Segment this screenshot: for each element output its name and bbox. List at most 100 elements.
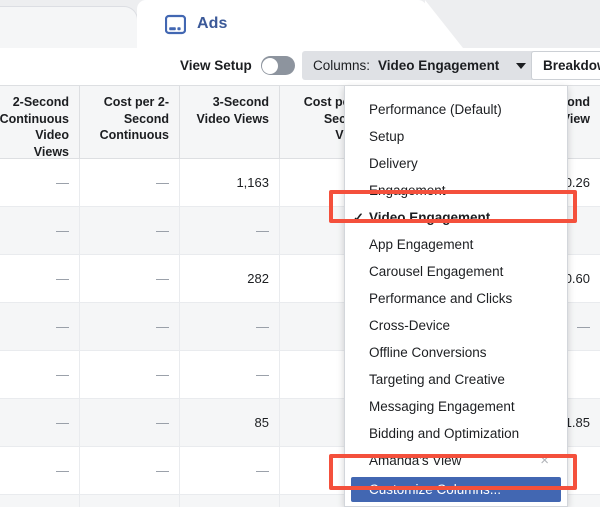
- menu-item-label: Bidding and Optimization: [369, 426, 520, 441]
- table-cell: —: [80, 303, 180, 350]
- column-header[interactable]: Cost per 2-Second Continuous: [80, 86, 180, 158]
- empty-value-dash: —: [256, 319, 269, 334]
- menu-item-label: App Engagement: [369, 237, 474, 252]
- empty-value-dash: —: [256, 223, 269, 238]
- menu-item-label: Setup: [369, 129, 405, 144]
- empty-value-dash: —: [156, 415, 169, 430]
- tab-ads-content: Ads: [164, 0, 228, 48]
- empty-value-dash: —: [56, 463, 69, 478]
- menu-item-performance-and-clicks[interactable]: Performance and Clicks: [345, 285, 567, 312]
- menu-item-label: Offline Conversions: [369, 345, 487, 360]
- menu-item-wrapper: Customize Columns...: [345, 474, 567, 505]
- table-cell: —: [80, 495, 180, 507]
- empty-value-dash: —: [56, 415, 69, 430]
- menu-item-delivery[interactable]: Delivery: [345, 150, 567, 177]
- tab-inactive-previous[interactable]: [0, 6, 153, 48]
- menu-item-label: Delivery: [369, 156, 418, 171]
- menu-item-label: Messaging Engagement: [369, 399, 515, 414]
- menu-item-label: Video Engagement: [369, 210, 491, 225]
- table-cell: —: [0, 447, 80, 494]
- columns-value-label: Video Engagement: [378, 58, 500, 73]
- table-cell: 282: [180, 255, 280, 302]
- toggle-knob: [262, 57, 279, 74]
- breakdown-button[interactable]: Breakdown: [531, 51, 600, 80]
- menu-item-targeting-and-creative[interactable]: Targeting and Creative: [345, 366, 567, 393]
- table-cell: —: [180, 447, 280, 494]
- menu-item-customize-columns[interactable]: Customize Columns...: [351, 477, 561, 502]
- menu-item-carousel-engagement[interactable]: Carousel Engagement: [345, 258, 567, 285]
- breakdown-label: Breakdown: [543, 58, 600, 73]
- menu-item-engagement[interactable]: Engagement: [345, 177, 567, 204]
- menu-item-label: Targeting and Creative: [369, 372, 505, 387]
- empty-value-dash: —: [256, 463, 269, 478]
- table-cell: —: [0, 399, 80, 446]
- empty-value-dash: —: [577, 319, 590, 334]
- menu-item-label: Performance (Default): [369, 102, 502, 117]
- tab-ads[interactable]: Ads: [137, 0, 463, 48]
- table-cell: —: [80, 447, 180, 494]
- menu-item-label: Carousel Engagement: [369, 264, 504, 279]
- menu-item-messaging-engagement[interactable]: Messaging Engagement: [345, 393, 567, 420]
- table-cell: —: [80, 159, 180, 206]
- column-header[interactable]: 2-Second Continuous Video Views: [0, 86, 80, 158]
- menu-item-video-engagement[interactable]: ✓ Video Engagement: [345, 204, 567, 231]
- empty-value-dash: —: [56, 271, 69, 286]
- table-cell: —: [80, 207, 180, 254]
- menu-item-label: Amanda's View: [369, 453, 462, 468]
- menu-item-performance-default[interactable]: Performance (Default): [345, 96, 567, 123]
- table-cell: —: [0, 159, 80, 206]
- empty-value-dash: —: [156, 463, 169, 478]
- tab-slant-edge: [425, 0, 463, 48]
- table-cell: 85: [180, 399, 280, 446]
- menu-item-label: Engagement: [369, 183, 446, 198]
- menu-item-cross-device[interactable]: Cross-Device: [345, 312, 567, 339]
- table-cell: —: [0, 207, 80, 254]
- table-cell: 1,163: [180, 159, 280, 206]
- table-cell: —: [180, 303, 280, 350]
- table-cell: —: [0, 495, 80, 507]
- menu-item-offline-conversions[interactable]: Offline Conversions: [345, 339, 567, 366]
- empty-value-dash: —: [56, 319, 69, 334]
- tab-ads-label: Ads: [197, 15, 228, 32]
- columns-dropdown-menu: Performance (Default) Setup Delivery Engage…: [344, 86, 568, 507]
- close-icon[interactable]: ×: [540, 453, 549, 468]
- table-cell: —: [180, 351, 280, 398]
- empty-value-dash: —: [56, 175, 69, 190]
- table-cell: —: [0, 255, 80, 302]
- columns-dropdown-button[interactable]: Columns: Video Engagement: [302, 51, 537, 80]
- check-icon: ✓: [353, 209, 364, 225]
- menu-item-label: Customize Columns...: [369, 482, 502, 497]
- table-cell: —: [80, 399, 180, 446]
- empty-value-dash: —: [156, 367, 169, 382]
- menu-item-label: Cross-Device: [369, 318, 451, 333]
- empty-value-dash: —: [156, 319, 169, 334]
- view-setup-toggle[interactable]: [260, 56, 295, 75]
- empty-value-dash: —: [156, 271, 169, 286]
- menu-item-amanda-s-view[interactable]: Amanda's View ×: [345, 447, 567, 474]
- table-cell: —: [180, 207, 280, 254]
- menu-item-label: Performance and Clicks: [369, 291, 513, 306]
- empty-value-dash: —: [56, 367, 69, 382]
- toolbar: View Setup Columns: Video Engagement Bre…: [0, 48, 600, 85]
- columns-prefix-label: Columns:: [313, 58, 371, 73]
- empty-value-dash: —: [56, 223, 69, 238]
- table-cell: —: [180, 495, 280, 507]
- menu-item-setup[interactable]: Setup: [345, 123, 567, 150]
- table-cell: —: [80, 255, 180, 302]
- empty-value-dash: —: [156, 223, 169, 238]
- column-header[interactable]: 3-Second Video Views: [180, 86, 280, 158]
- ads-window-icon: [164, 14, 187, 35]
- table-cell: —: [80, 351, 180, 398]
- view-setup-control[interactable]: View Setup: [180, 56, 295, 75]
- menu-item-app-engagement[interactable]: App Engagement: [345, 231, 567, 258]
- columns-menu-list: Performance (Default) Setup Delivery Engage…: [345, 96, 567, 506]
- menu-item-bidding-and-optimization[interactable]: Bidding and Optimization: [345, 420, 567, 447]
- tab-strip: Ads: [0, 0, 600, 48]
- empty-value-dash: —: [156, 175, 169, 190]
- chevron-down-icon: [516, 62, 527, 69]
- empty-value-dash: —: [256, 367, 269, 382]
- view-setup-label: View Setup: [180, 58, 252, 73]
- facebook-ads-manager-screen: Ads View Setup Columns: Video Engagement…: [0, 0, 600, 507]
- table-cell: —: [0, 351, 80, 398]
- table-cell: —: [0, 303, 80, 350]
